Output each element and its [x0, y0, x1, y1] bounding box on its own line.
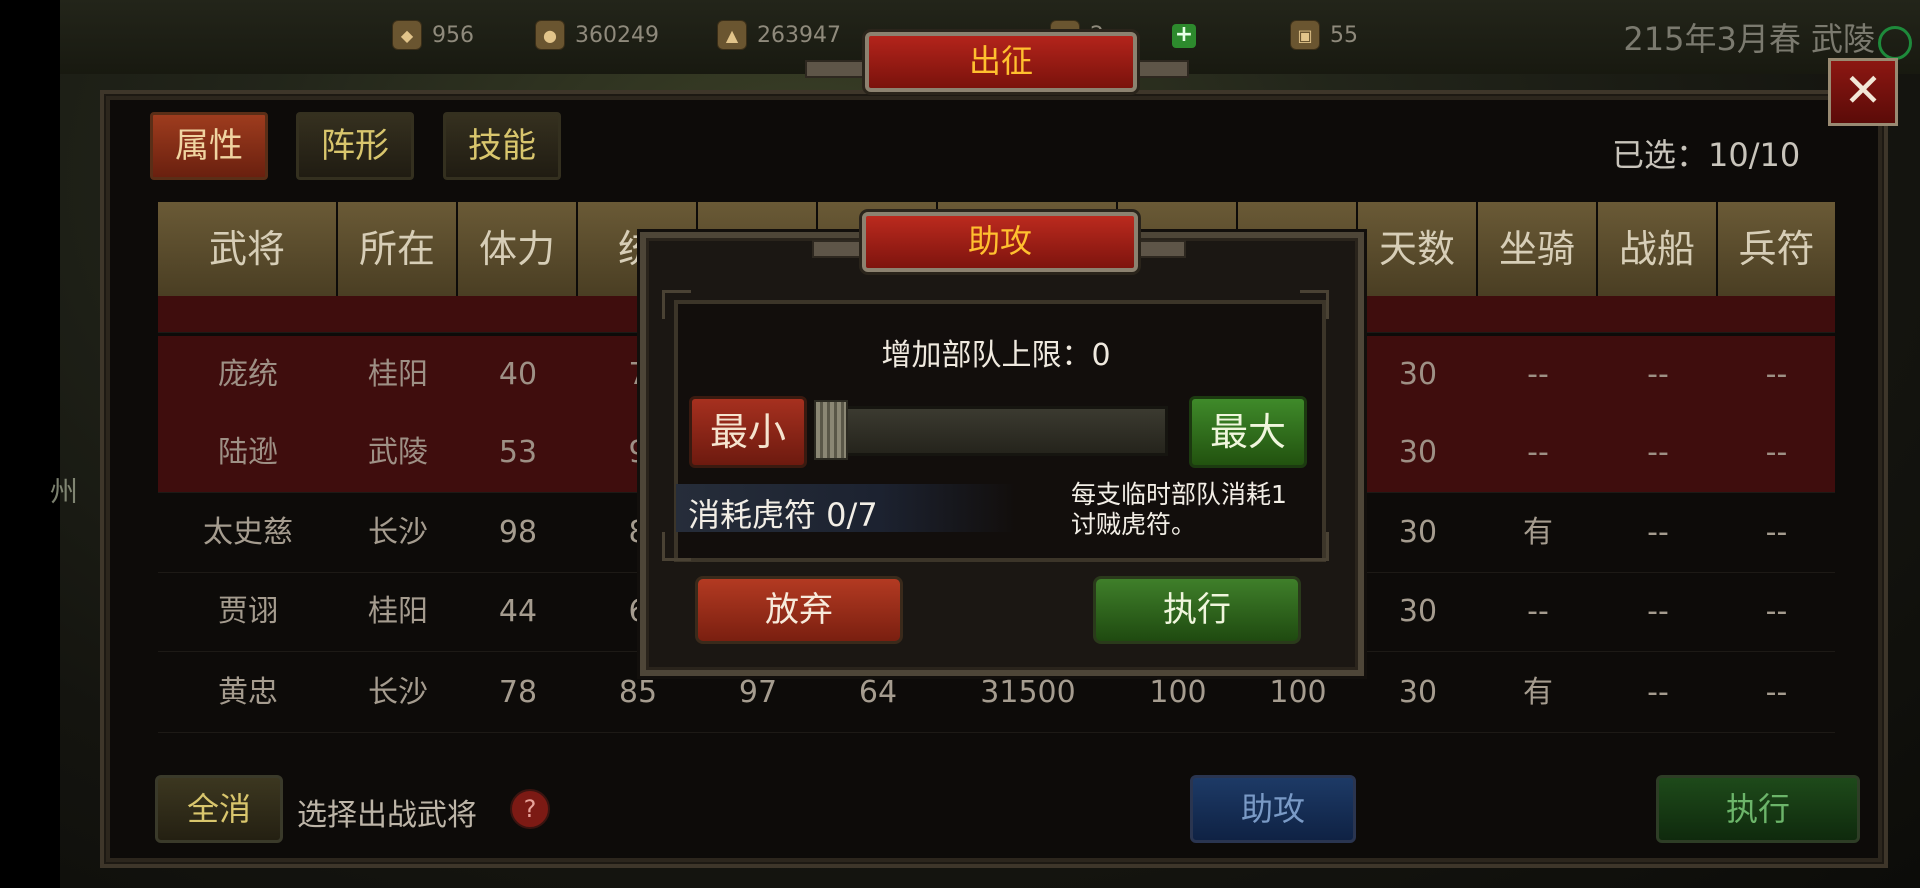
cell-mount: 有	[1523, 675, 1553, 710]
cell-warship: --	[1647, 357, 1669, 392]
cell-location: 武陵	[368, 435, 428, 470]
select-generals-hint: 选择出战武将	[297, 798, 477, 833]
execute-button[interactable]: 执行	[1656, 775, 1860, 843]
cell-location: 桂阳	[368, 594, 428, 629]
abandon-button[interactable]: 放弃	[695, 576, 903, 644]
clear-all-button[interactable]: 全消	[155, 775, 283, 843]
dialog-execute-button[interactable]: 执行	[1093, 576, 1301, 644]
resource-money: ● 360249	[535, 20, 659, 50]
consume-note: 每支临时部队消耗1讨贼虎符。	[1071, 480, 1287, 539]
troop-slider[interactable]	[814, 406, 1168, 456]
corner-ornament	[662, 532, 691, 561]
troop-limit-text: 增加部队上限：0	[881, 338, 1111, 373]
cell-tally: --	[1765, 357, 1788, 392]
wood-icon: ▲	[717, 20, 747, 50]
cell-days: 30	[1398, 594, 1438, 629]
add-plus-icon[interactable]: +	[1172, 24, 1196, 48]
resource-wood: ▲ 263947	[717, 20, 841, 50]
left-letterbox	[0, 0, 60, 888]
header-stamina[interactable]: 体力	[458, 202, 576, 296]
consume-tally-text: 消耗虎符 0/7	[688, 496, 878, 534]
coin-bag-icon: ●	[535, 20, 565, 50]
cell-tally: --	[1765, 594, 1788, 629]
header-days[interactable]: 天数	[1358, 202, 1476, 296]
cell-mount: --	[1527, 357, 1549, 392]
close-button[interactable]: ✕	[1828, 58, 1898, 126]
corner-ornament	[1300, 290, 1329, 319]
cell-mount: 有	[1523, 515, 1553, 550]
cell-tally: --	[1765, 515, 1788, 550]
corner-ornament	[662, 290, 691, 319]
tab-skills[interactable]: 技能	[443, 112, 561, 180]
header-mount[interactable]: 坐骑	[1478, 202, 1596, 296]
cell-tally: --	[1765, 675, 1788, 710]
date-location: 215年3月春 武陵	[1623, 20, 1875, 58]
token-icon: ▣	[1290, 20, 1320, 50]
cell-location: 长沙	[368, 515, 428, 550]
panel-title: 出征	[865, 32, 1137, 92]
cell-general: 庞统	[218, 357, 278, 392]
map-label: 州	[50, 475, 79, 508]
resource-value: 360249	[575, 22, 659, 48]
cell-mount: --	[1527, 594, 1549, 629]
cell-location: 桂阳	[368, 357, 428, 392]
cell-location: 长沙	[368, 675, 428, 710]
min-button[interactable]: 最小	[689, 396, 807, 468]
cell-mount: --	[1527, 435, 1549, 470]
selected-count: 已选：10/10	[1612, 136, 1801, 174]
resource-food: ◆ 956	[392, 20, 474, 50]
resource-value: 263947	[757, 22, 841, 48]
resource-value: 956	[432, 22, 474, 48]
cell-stamina: 78	[498, 675, 538, 710]
cell-general: 贾诩	[218, 594, 278, 629]
cell-days: 30	[1398, 357, 1438, 392]
resource-value: 55	[1330, 22, 1358, 48]
tab-attributes[interactable]: 属性	[150, 112, 268, 180]
cell-days: 30	[1398, 515, 1438, 550]
cell-warship: --	[1647, 435, 1669, 470]
resource-token: ▣ 55	[1290, 20, 1358, 50]
dialog-title: 助攻	[862, 212, 1138, 272]
max-button[interactable]: 最大	[1189, 396, 1307, 468]
header-general[interactable]: 武将	[158, 202, 336, 296]
cell-days: 30	[1398, 435, 1438, 470]
slider-handle[interactable]	[814, 400, 848, 460]
header-tally[interactable]: 兵符	[1718, 202, 1835, 296]
help-icon[interactable]: ?	[510, 789, 550, 829]
cell-warship: --	[1647, 675, 1669, 710]
cell-stamina: 98	[498, 515, 538, 550]
header-warship[interactable]: 战船	[1598, 202, 1716, 296]
cell-general: 黄忠	[218, 675, 278, 710]
header-location[interactable]: 所在	[338, 202, 456, 296]
cell-days: 30	[1398, 675, 1438, 710]
settings-ring-icon[interactable]	[1878, 26, 1912, 60]
cell-warship: --	[1647, 594, 1669, 629]
cell-general: 陆逊	[218, 435, 278, 470]
food-icon: ◆	[392, 20, 422, 50]
cell-stamina: 40	[498, 357, 538, 392]
cell-general: 太史慈	[203, 515, 293, 550]
cell-tally: --	[1765, 435, 1788, 470]
cell-stamina: 53	[498, 435, 538, 470]
cell-warship: --	[1647, 515, 1669, 550]
cell-stamina: 44	[498, 594, 538, 629]
tab-formation[interactable]: 阵形	[296, 112, 414, 180]
assist-button[interactable]: 助攻	[1190, 775, 1356, 843]
